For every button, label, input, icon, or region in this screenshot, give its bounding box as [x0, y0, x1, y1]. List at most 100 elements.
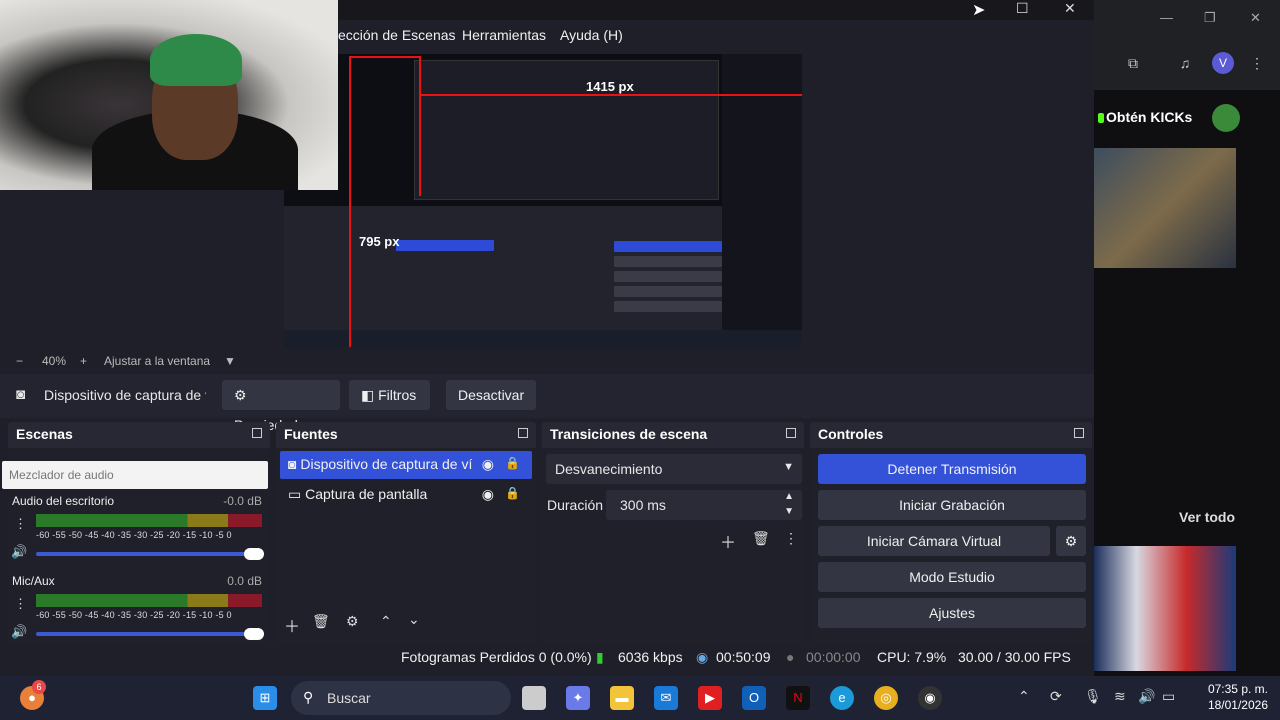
chevron-down-icon[interactable]: ⌄: [408, 611, 420, 628]
volume-icon[interactable]: 🔊: [1138, 688, 1155, 705]
maximize-icon[interactable]: ☐: [1016, 0, 1029, 17]
volume-slider[interactable]: [36, 628, 264, 640]
extensions-icon[interactable]: ⧉: [1122, 52, 1144, 74]
studio-mode-button[interactable]: Modo Estudio: [818, 562, 1086, 592]
fit-window-label[interactable]: Ajustar a la ventana: [104, 354, 210, 368]
settings-button[interactable]: Ajustes: [818, 598, 1086, 628]
lock-icon[interactable]: 🔒: [505, 486, 520, 500]
trash-icon[interactable]: 🗑: [752, 530, 770, 547]
channel-avatar[interactable]: [1212, 104, 1240, 132]
nested-button: [614, 271, 722, 282]
battery-icon[interactable]: ▭: [1162, 688, 1175, 705]
audio-mixer-tab[interactable]: Mezclador de audio: [2, 461, 268, 489]
close-icon[interactable]: ✕: [1064, 0, 1076, 17]
kicks-banner[interactable]: Obtén KICKs: [1094, 104, 1280, 132]
minimize-icon[interactable]: —: [1160, 10, 1173, 25]
channel-db: 0.0 dB: [227, 574, 262, 588]
guide-line: [349, 56, 421, 58]
netflix-icon[interactable]: N: [786, 686, 810, 710]
stop-streaming-button[interactable]: Detener Transmisión: [818, 454, 1086, 484]
gear-icon[interactable]: ⚙: [346, 613, 359, 630]
taskbar-search[interactable]: ⚲ Buscar: [291, 681, 511, 715]
deactivate-button[interactable]: Desactivar: [446, 380, 536, 410]
outlook-new-icon[interactable]: ✉: [654, 686, 678, 710]
trash-icon[interactable]: 🗑: [312, 613, 330, 630]
properties-button[interactable]: ⚙ Propiedades: [222, 380, 340, 433]
more-options-icon[interactable]: ⋮: [14, 516, 27, 532]
copilot-icon[interactable]: ✦: [566, 686, 590, 710]
fps: 30.00 / 30.00 FPS: [958, 649, 1071, 665]
undock-icon[interactable]: [252, 428, 262, 438]
restore-icon[interactable]: ❐: [1204, 10, 1216, 26]
filters-button[interactable]: ◧ Filtros: [349, 380, 430, 410]
volume-slider[interactable]: [36, 548, 264, 560]
speaker-icon[interactable]: 🔊: [11, 544, 27, 560]
profile-avatar[interactable]: V: [1212, 52, 1234, 74]
virtual-camera-settings-button[interactable]: ⚙: [1056, 526, 1086, 556]
transition-select[interactable]: Desvanecimiento ▼: [546, 454, 802, 484]
eye-icon[interactable]: ◉: [482, 486, 494, 503]
microphone-icon[interactable]: 🎙: [1084, 688, 1102, 705]
wifi-icon[interactable]: ≋: [1114, 688, 1126, 705]
chevron-down-icon[interactable]: ▼: [784, 506, 794, 517]
nested-browser: [722, 54, 802, 347]
clock-date: 18/01/2026: [1207, 698, 1268, 712]
file-icon[interactable]: [522, 686, 546, 710]
chevron-down-icon[interactable]: ▼: [224, 354, 236, 368]
add-icon[interactable]: ＋: [284, 613, 300, 637]
preview-canvas[interactable]: 1415 px 795 px: [284, 54, 802, 347]
start-recording-button[interactable]: Iniciar Grabación: [818, 490, 1086, 520]
stream-icon: ◉: [696, 649, 709, 665]
outlook-icon[interactable]: O: [742, 686, 766, 710]
nested-source-selected: [396, 240, 494, 251]
undock-icon[interactable]: [1074, 428, 1084, 438]
ver-todo-link[interactable]: Ver todo: [1179, 509, 1235, 525]
add-icon[interactable]: ＋: [720, 529, 736, 553]
sync-icon[interactable]: ⟳: [1050, 688, 1062, 705]
cpu-usage: CPU: 7.9%: [877, 649, 947, 665]
lock-icon[interactable]: 🔒: [505, 456, 520, 470]
search-icon: ⚲: [303, 689, 314, 705]
menu-help[interactable]: Ayuda (H): [560, 27, 623, 43]
menu-tools[interactable]: Herramientas: [462, 27, 546, 43]
more-options-icon[interactable]: ⋮: [784, 530, 798, 547]
source-label: Captura de pantalla: [305, 486, 428, 502]
windows-start-icon[interactable]: ⊞: [253, 686, 277, 710]
close-icon[interactable]: ✕: [1250, 10, 1261, 26]
speaker-icon[interactable]: 🔊: [11, 624, 27, 640]
undock-icon[interactable]: [518, 428, 528, 438]
chevron-up-icon[interactable]: ⌃: [1018, 688, 1030, 705]
eye-icon[interactable]: ◉: [482, 456, 494, 473]
virtual-camera-button[interactable]: Iniciar Cámara Virtual: [818, 526, 1050, 556]
meter-scale: -60 -55 -50 -45 -40 -35 -30 -25 -20 -15 …: [36, 610, 232, 620]
edge-icon[interactable]: e: [830, 686, 854, 710]
chrome-icon[interactable]: ◎: [874, 686, 898, 710]
video-thumbnail[interactable]: [1094, 546, 1236, 671]
undock-icon[interactable]: [786, 428, 796, 438]
video-thumbnail[interactable]: [1094, 148, 1236, 268]
chevron-up-icon[interactable]: ▲: [784, 491, 794, 502]
source-item[interactable]: ▭ Captura de pantalla ◉ 🔒: [280, 481, 532, 509]
folder-icon[interactable]: ▬: [610, 686, 634, 710]
menu-scene-collection[interactable]: ección de Escenas: [338, 27, 456, 43]
record-time: 00:00:00: [806, 649, 861, 665]
system-clock[interactable]: 07:35 p. m. 18/01/2026: [1208, 681, 1268, 713]
zoom-bar: − 40% + Ajustar a la ventana ▼: [0, 352, 1094, 372]
zoom-out-button[interactable]: −: [16, 354, 23, 368]
duration-input[interactable]: 300 ms ▲ ▼: [606, 490, 802, 520]
webcam-overlay: [0, 0, 338, 190]
chevron-up-icon[interactable]: ⌃: [380, 613, 392, 630]
more-options-icon[interactable]: ⋮: [14, 596, 27, 612]
more-options-icon[interactable]: ⋮: [1246, 52, 1268, 74]
youtube-icon[interactable]: ▶: [698, 686, 722, 710]
media-control-icon[interactable]: ♫: [1174, 52, 1196, 74]
slider-handle[interactable]: [244, 628, 264, 640]
search-placeholder: Buscar: [327, 690, 371, 706]
obs-icon[interactable]: ◉: [918, 686, 942, 710]
zoom-in-button[interactable]: +: [80, 354, 87, 368]
zoom-value: 40%: [42, 354, 67, 368]
record-icon: ●: [786, 649, 795, 665]
source-item[interactable]: ◙ Dispositivo de captura de víc ◉ 🔒: [280, 451, 532, 479]
slider-handle[interactable]: [244, 548, 264, 560]
camera-icon: ◙: [16, 386, 26, 403]
